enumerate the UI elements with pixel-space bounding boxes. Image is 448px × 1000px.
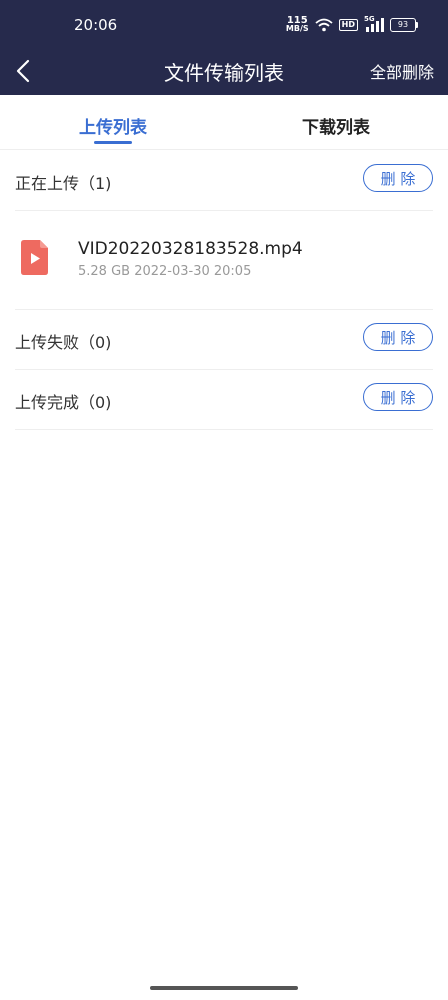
hd-badge: HD bbox=[338, 19, 358, 31]
tab-bar: 上传列表 下载列表 bbox=[0, 95, 448, 150]
title-bar: 文件传输列表 全部删除 bbox=[0, 50, 448, 95]
status-icons: 115 MB/S HD 5G 93 bbox=[285, 15, 418, 34]
wifi-icon bbox=[315, 18, 333, 32]
file-name: VID20220328183528.mp4 bbox=[78, 239, 303, 259]
status-time: 20:06 bbox=[74, 16, 118, 34]
delete-all-button[interactable]: 全部删除 bbox=[370, 59, 434, 83]
section-completed-label: 上传完成（0) bbox=[15, 393, 112, 412]
network-speed-unit: MB/S bbox=[285, 24, 309, 33]
delete-uploading-button[interactable]: 删 除 bbox=[363, 164, 433, 192]
section-completed: 上传完成（0) 删 除 bbox=[15, 369, 433, 430]
file-meta: 5.28 GB 2022-03-30 20:05 bbox=[78, 264, 252, 279]
tab-download-list[interactable]: 下载列表 bbox=[276, 113, 396, 138]
section-uploading: 正在上传（1) 删 除 bbox=[15, 150, 433, 211]
section-failed: 上传失败（0) 删 除 bbox=[15, 309, 433, 370]
tab-upload-list[interactable]: 上传列表 bbox=[53, 113, 173, 138]
file-item[interactable]: VID20220328183528.mp4 5.28 GB 2022-03-30… bbox=[15, 211, 433, 310]
status-bar: 20:06 115 MB/S HD 5G 93 bbox=[0, 0, 448, 50]
section-failed-label: 上传失败（0) bbox=[15, 333, 112, 352]
active-tab-indicator bbox=[94, 141, 132, 144]
top-bar: 20:06 115 MB/S HD 5G 93 文件传输列表 全部删除 bbox=[0, 0, 448, 95]
battery-level: 93 bbox=[397, 20, 409, 29]
battery-icon: 93 bbox=[390, 18, 418, 32]
home-indicator[interactable] bbox=[150, 986, 298, 990]
network-speed: 115 MB/S bbox=[285, 16, 309, 33]
signal-icon: 5G bbox=[364, 15, 384, 32]
signal-label: 5G bbox=[364, 15, 375, 23]
delete-failed-button[interactable]: 删 除 bbox=[363, 323, 433, 351]
delete-completed-button[interactable]: 删 除 bbox=[363, 383, 433, 411]
section-uploading-label: 正在上传（1) bbox=[15, 174, 112, 193]
video-file-icon bbox=[21, 240, 48, 275]
